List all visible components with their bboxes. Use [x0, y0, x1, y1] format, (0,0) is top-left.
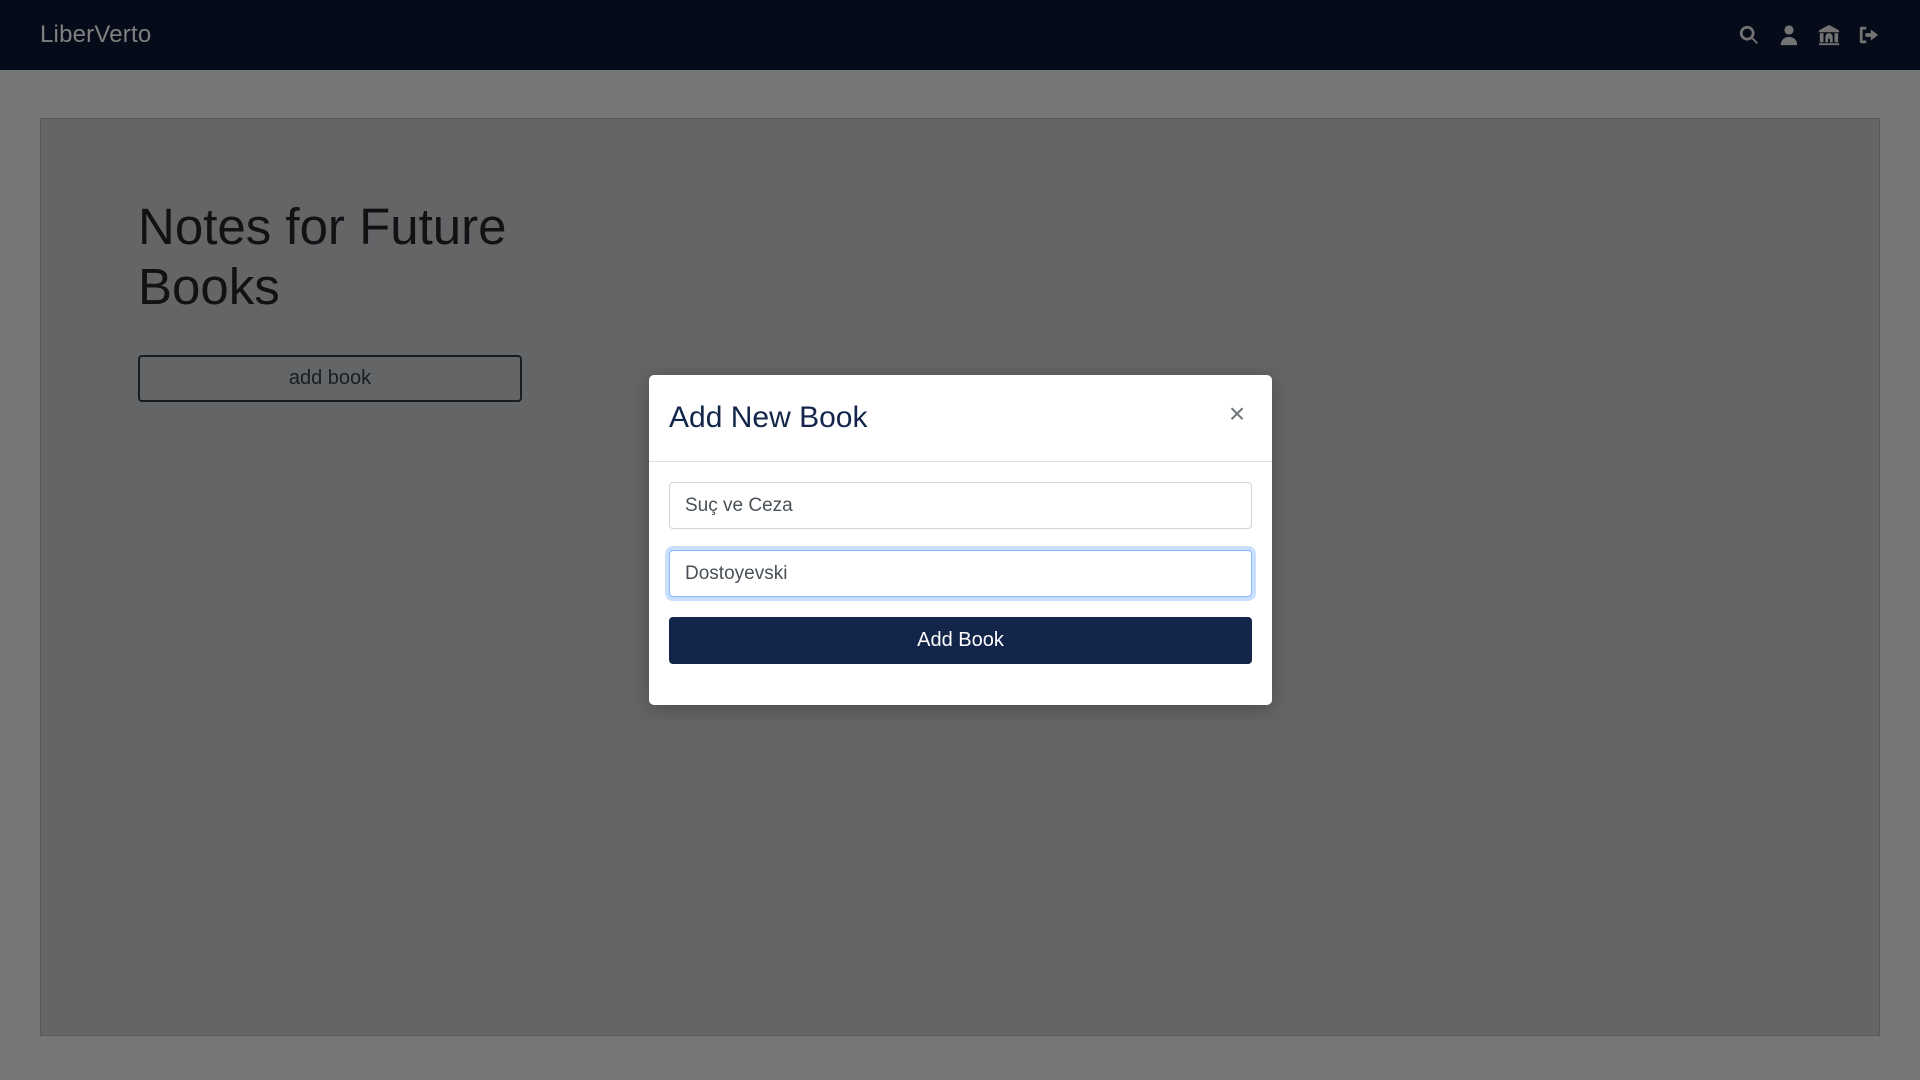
author-input[interactable]	[669, 550, 1252, 597]
modal-body: Add Book	[649, 462, 1272, 684]
close-icon[interactable]: ×	[1222, 398, 1252, 429]
modal-title: Add New Book	[669, 401, 868, 434]
book-name-input[interactable]	[669, 482, 1252, 529]
submit-add-book-button[interactable]: Add Book	[669, 617, 1252, 664]
add-book-modal: Add New Book × Add Book	[649, 375, 1272, 705]
modal-header: Add New Book ×	[649, 375, 1272, 462]
